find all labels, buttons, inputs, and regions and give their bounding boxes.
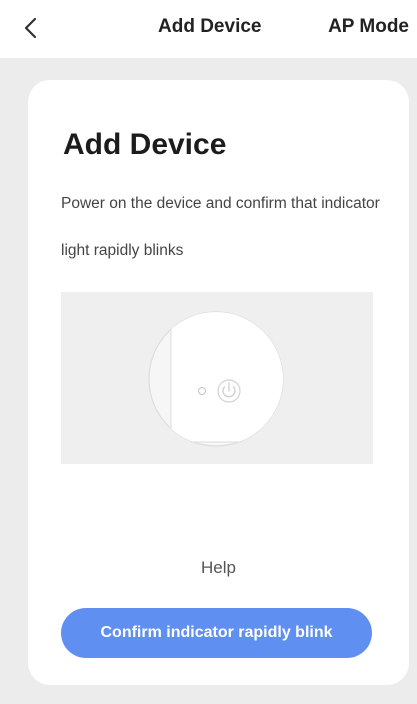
navigation-bar: Add Device AP Mode [0,0,417,58]
card-title: Add Device [63,128,227,161]
back-button[interactable] [18,14,46,42]
instruction-text: Power on the device and confirm that ind… [61,195,380,259]
device-illustration-graphic [148,311,284,447]
chevron-left-icon [24,17,37,39]
ap-mode-button[interactable]: AP Mode [328,16,409,38]
help-link[interactable]: Help [28,558,409,578]
page-content: Add Device Power on the device and confi… [0,58,417,704]
device-illustration [61,292,373,464]
add-device-card: Add Device Power on the device and confi… [28,80,409,685]
confirm-blink-button[interactable]: Confirm indicator rapidly blink [61,608,372,658]
nav-title: Add Device [158,16,262,37]
